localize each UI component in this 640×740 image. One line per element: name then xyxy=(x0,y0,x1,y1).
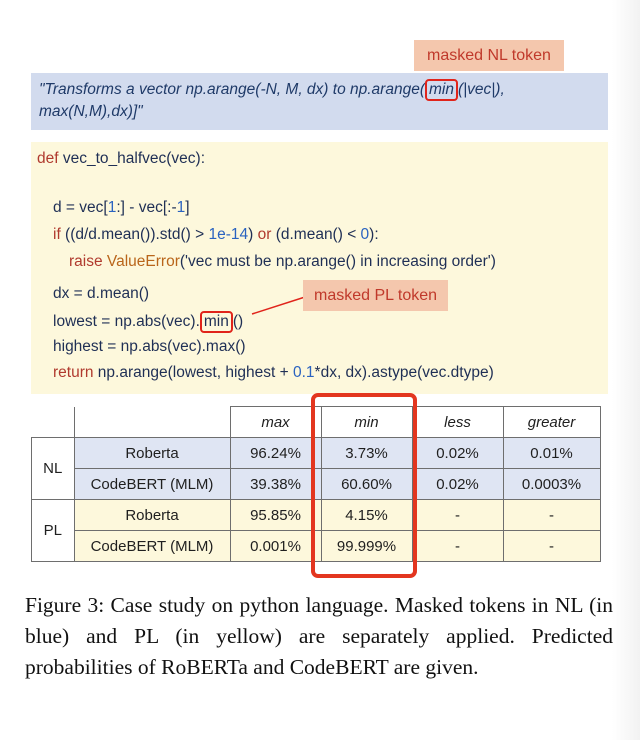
min-column-highlight xyxy=(311,393,417,578)
header-max: max xyxy=(229,406,322,438)
figure-caption: Figure 3: Case study on python language.… xyxy=(25,593,613,679)
pl-code-box: def vec_to_halfvec(vec): d = vec[1:] - v… xyxy=(31,142,608,394)
code-line-dx: dx = d.mean() xyxy=(53,285,150,302)
code-line-diff: d = vec[1:] - vec[:-1] xyxy=(53,199,190,216)
masked-pl-token-label: masked PL token xyxy=(303,280,448,311)
group-label-nl: NL xyxy=(31,437,75,500)
pl-masked-token: min xyxy=(199,311,233,333)
value-cell: 39.38% xyxy=(229,468,322,500)
value-cell: 0.02% xyxy=(411,437,504,469)
header-less: less xyxy=(411,406,504,438)
value-cell: - xyxy=(502,530,601,562)
docstring-before: "Transforms a vector np.arange(-N, M, dx… xyxy=(39,81,425,98)
code-line-lowest: lowest = np.abs(vec). min() xyxy=(53,311,243,333)
value-cell: 0.02% xyxy=(411,468,504,500)
code-line-if: if ((d/d.mean()).std() > 1e-14) or (d.me… xyxy=(53,226,379,243)
value-cell: - xyxy=(502,499,601,531)
page-edge-shadow xyxy=(612,0,640,740)
value-cell: 0.01% xyxy=(502,437,601,469)
code-line-highest: highest = np.abs(vec).max() xyxy=(53,338,246,355)
pl-token-connector xyxy=(251,296,306,315)
masked-nl-token-label: masked NL token xyxy=(414,40,564,71)
model-cell: CodeBERT (MLM) xyxy=(73,468,231,500)
model-cell: CodeBERT (MLM) xyxy=(73,530,231,562)
code-line-return: return np.arange(lowest, highest + 0.1*d… xyxy=(53,364,494,381)
header-greater: greater xyxy=(502,406,601,438)
value-cell: 96.24% xyxy=(229,437,322,469)
value-cell: - xyxy=(411,499,504,531)
group-label-pl: PL xyxy=(31,499,75,562)
code-line-def: def vec_to_halfvec(vec): xyxy=(37,150,206,167)
model-cell: Roberta xyxy=(73,437,231,469)
header-blank-group xyxy=(31,406,75,438)
nl-masked-token: min xyxy=(424,79,458,101)
code-line-raise: raise ValueError('vec must be np.arange(… xyxy=(69,253,496,270)
value-cell: 95.85% xyxy=(229,499,322,531)
value-cell: - xyxy=(411,530,504,562)
model-cell: Roberta xyxy=(73,499,231,531)
header-blank-model xyxy=(74,406,231,438)
value-cell: 0.0003% xyxy=(502,468,601,500)
nl-docstring-box: "Transforms a vector np.arange(-N, M, dx… xyxy=(31,73,608,130)
value-cell: 0.001% xyxy=(229,530,322,562)
